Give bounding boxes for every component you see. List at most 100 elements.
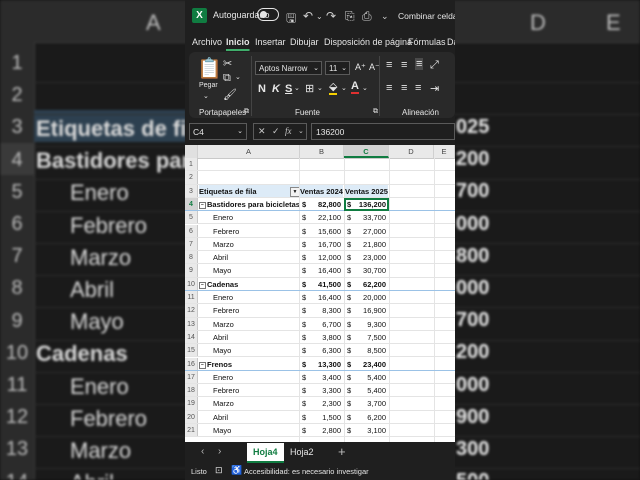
row-header[interactable]: 10	[185, 277, 198, 290]
borders-icon[interactable]: ⊞	[305, 82, 314, 95]
align-middle-icon[interactable]: ≡	[401, 59, 407, 71]
format-painter-icon[interactable]: ⎘	[345, 9, 355, 24]
tab-disposicion[interactable]: Disposición de página	[324, 37, 412, 47]
row-header[interactable]: 16	[185, 357, 198, 370]
sheet-tab-hoja4[interactable]: Hoja4	[247, 443, 284, 463]
value-2024[interactable]: $15,600	[300, 225, 343, 237]
row-header[interactable]: 13	[185, 317, 198, 330]
pivot-item-label[interactable]: Abril	[199, 251, 299, 263]
row-header[interactable]: 15	[185, 344, 198, 357]
pivot-item-label[interactable]: Abril	[199, 411, 299, 423]
pivot-item-label[interactable]: Mayo	[199, 264, 299, 276]
formula-input[interactable]: 136200	[311, 123, 455, 140]
paste-icon[interactable]: 📋	[197, 56, 222, 81]
collapse-icon[interactable]: −	[199, 361, 206, 369]
camera-icon[interactable]: ⎙	[362, 9, 372, 24]
value-2024[interactable]: $2,800	[300, 424, 343, 436]
row-header[interactable]: 3	[185, 184, 198, 197]
fill-color-icon[interactable]: ⬙	[329, 82, 338, 95]
cut-icon[interactable]: ✂	[223, 57, 232, 70]
value-2025[interactable]: $3,100	[345, 424, 388, 436]
value-2025[interactable]: $16,900	[345, 304, 388, 316]
row-header[interactable]: 9	[185, 264, 198, 277]
align-bottom-icon[interactable]: ≡	[415, 58, 424, 70]
value-2024[interactable]: $16,700	[300, 238, 343, 250]
row-header[interactable]: 1	[185, 158, 198, 171]
row-header[interactable]: 19	[185, 397, 198, 410]
value-2025[interactable]: $6,200	[345, 411, 388, 423]
row-header[interactable]: 21	[185, 424, 198, 437]
increase-font-icon[interactable]: A⁺	[355, 62, 366, 73]
undo-icon[interactable]: ↶	[303, 9, 313, 23]
redo-icon[interactable]: ↷	[326, 9, 336, 23]
value-2024[interactable]: $12,000	[300, 251, 343, 263]
value-2025[interactable]: $5,400	[345, 384, 388, 396]
pivot-item-label[interactable]: Enero	[199, 371, 299, 383]
row-header[interactable]: 5	[185, 211, 198, 224]
value-2024[interactable]: $13,300	[300, 358, 343, 370]
name-box[interactable]: C4 ⌄	[189, 123, 247, 140]
pivot-item-label[interactable]: Marzo	[199, 318, 299, 330]
pivot-item-label[interactable]: Marzo	[199, 238, 299, 250]
row-header[interactable]: 11	[185, 291, 198, 304]
value-2025[interactable]: $5,400	[345, 371, 388, 383]
row-header[interactable]: 6	[185, 224, 198, 237]
tab-dibujar[interactable]: Dibujar	[290, 37, 319, 47]
next-sheet-icon[interactable]: ›	[218, 446, 221, 457]
bold-button[interactable]: N	[258, 83, 266, 95]
customize-toolbar-icon[interactable]: ⌄	[381, 11, 389, 22]
row-header[interactable]: 20	[185, 410, 198, 423]
chevron-down-icon[interactable]: ⌄	[237, 124, 243, 140]
borders-dropdown-icon[interactable]: ⌄	[317, 84, 323, 92]
font-name-box[interactable]: Aptos Narrow ⌄	[255, 61, 322, 75]
value-2024[interactable]: $6,700	[300, 318, 343, 330]
tab-archivo[interactable]: Archivo	[192, 37, 222, 47]
pivot-group-label[interactable]: − Bastidores para bicicletas	[199, 198, 299, 210]
font-launcher-icon[interactable]: ⧉	[373, 108, 378, 116]
chevron-down-icon[interactable]: ⌄	[341, 62, 347, 76]
value-2025[interactable]: $30,700	[345, 264, 388, 276]
row-header[interactable]: 17	[185, 370, 198, 384]
tab-formulas[interactable]: Fórmulas	[408, 37, 446, 47]
column-header-e[interactable]: E	[434, 145, 455, 158]
value-2024[interactable]: $22,100	[300, 211, 343, 223]
value-2024[interactable]: $16,400	[300, 291, 343, 303]
value-2025[interactable]: $23,400	[345, 358, 388, 370]
value-2025[interactable]: $7,500	[345, 331, 388, 343]
active-cell-c4[interactable]	[344, 198, 389, 211]
undo-dropdown-icon[interactable]: ⌄	[316, 12, 323, 21]
column-header-c[interactable]: C	[344, 145, 389, 158]
pivot-item-label[interactable]: Mayo	[199, 424, 299, 436]
column-header-a[interactable]: A	[198, 145, 300, 158]
filter-dropdown-icon[interactable]: ▼	[290, 186, 299, 197]
pivot-item-label[interactable]: Febrero	[199, 304, 299, 316]
italic-button[interactable]: K	[272, 83, 280, 95]
chevron-down-icon[interactable]: ⌄	[313, 62, 319, 76]
prev-sheet-icon[interactable]: ‹	[201, 446, 204, 457]
fill-dropdown-icon[interactable]: ⌄	[341, 84, 347, 92]
value-2025[interactable]: $23,000	[345, 251, 388, 263]
align-top-icon[interactable]: ≡	[386, 59, 392, 71]
macro-icon[interactable]: ⊡	[215, 465, 223, 476]
value-2025[interactable]: $3,700	[345, 397, 388, 409]
value-2024[interactable]: $3,800	[300, 331, 343, 343]
add-sheet-button[interactable]: +	[338, 444, 346, 459]
pivot-item-label[interactable]: Mayo	[199, 344, 299, 356]
autosave-toggle[interactable]	[257, 8, 279, 21]
row-header[interactable]: 14	[185, 330, 198, 344]
copy-dropdown-icon[interactable]: ⌄	[235, 73, 241, 81]
chevron-down-icon[interactable]: ⌄	[298, 124, 304, 139]
select-all-corner[interactable]	[185, 145, 198, 158]
align-center-icon[interactable]: ≡	[401, 82, 407, 94]
tab-inicio[interactable]: Inicio	[226, 37, 250, 47]
value-2025[interactable]: $33,700	[345, 211, 388, 223]
font-color-icon[interactable]: A	[351, 81, 359, 94]
collapse-icon[interactable]: −	[199, 281, 206, 289]
indent-icon[interactable]: ⇥	[430, 82, 439, 95]
value-2025[interactable]: $20,000	[345, 291, 388, 303]
worksheet-grid[interactable]: A B C D E 1 2 3 Etiquetas de fila ▼ Ventas 20…	[185, 145, 455, 442]
row-header[interactable]: 4	[185, 197, 198, 211]
value-2025[interactable]: $27,000	[345, 225, 388, 237]
value-2024[interactable]: $6,300	[300, 344, 343, 356]
row-header[interactable]: 7	[185, 237, 198, 251]
